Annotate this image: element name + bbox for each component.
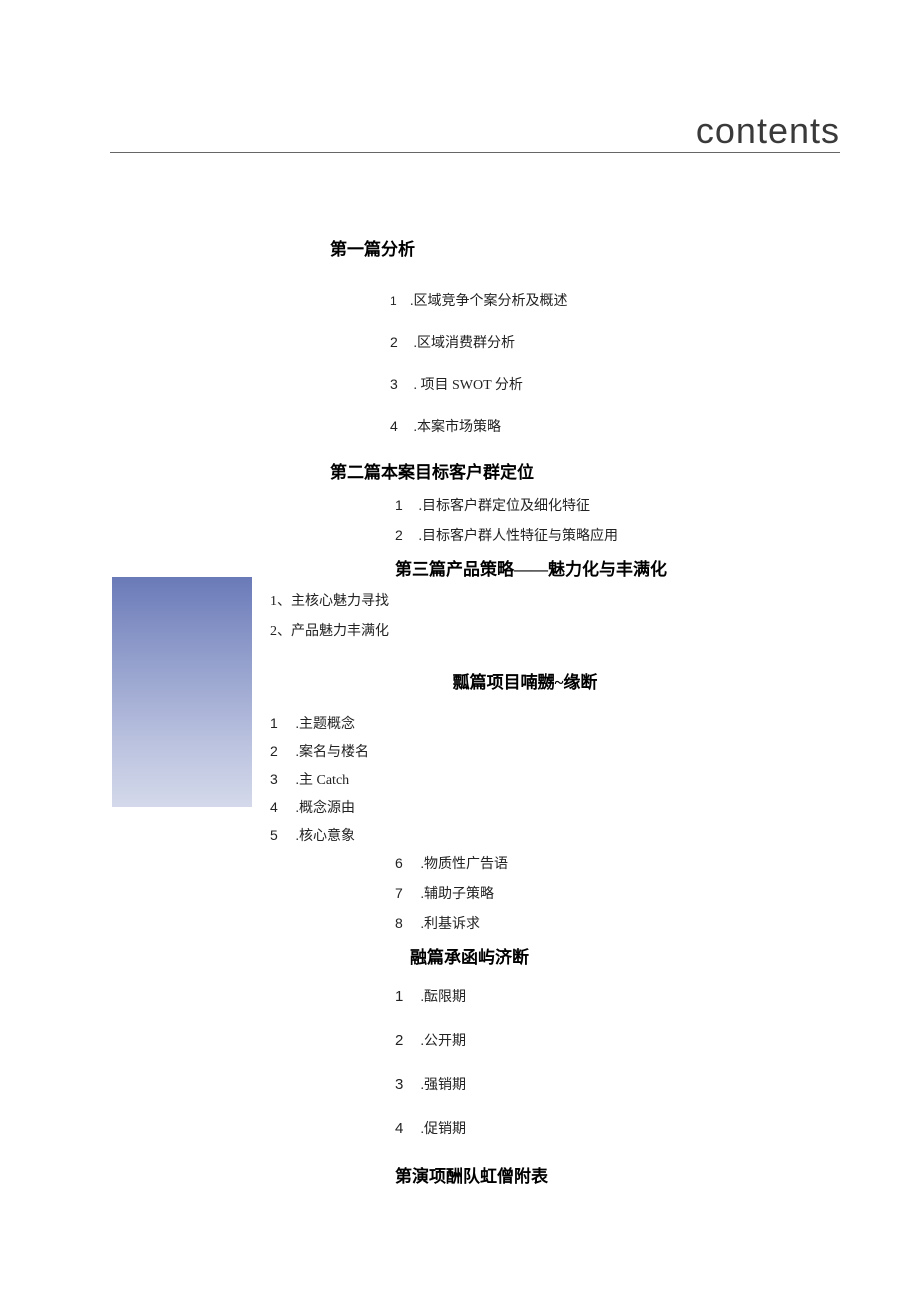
page-header: contents [696,110,840,152]
item-text: . 项目 SWOT 分析 [410,378,523,393]
list-item: 2 .目标客户群人性特征与策略应用 [395,525,920,545]
section-1-items: 1.区域竞争个案分析及概述 2 .区域消费群分析 3 . 项目 SWOT 分析 … [390,290,920,436]
item-text: .主 Catch [292,773,349,788]
list-item: 1 .目标客户群定位及细化特征 [395,495,920,515]
item-text: .本案市场策略 [410,420,501,435]
section-2-title: 第二篇本案目标客户群定位 [330,458,920,483]
section-5-items: 1 .酝限期 2 .公开期 3 .强销期 4 .促销期 [395,986,920,1138]
list-item: 4 .概念源由 [270,797,920,817]
item-number: 2 [390,334,410,350]
item-number: 1 [395,497,415,513]
list-item: 1 .主题概念 [270,713,920,733]
item-text: 2、产品魅力丰满化 [270,624,389,639]
contents-title: contents [696,110,840,152]
list-item: 8 .利基诉求 [395,913,920,933]
list-item: 3 .主 Catch [270,769,920,789]
item-number: 3 [270,771,292,787]
item-number: 2 [395,527,415,543]
section-4-items-a: 1 .主题概念 2 .案名与楼名 3 .主 Catch 4 .概念源由 5 .核… [270,713,920,845]
section-1-title: 第一篇分析 [330,235,920,260]
list-item: 2、产品魅力丰满化 [270,620,920,640]
list-item: 5 .核心意象 [270,825,920,845]
section-5-title: 融篇承函屿济断 [410,943,920,968]
item-text: .酝限期 [417,990,466,1005]
list-item: 7 .辅助子策略 [395,883,920,903]
item-text: 1、主核心魅力寻找 [270,594,389,609]
item-text: .案名与楼名 [292,745,369,760]
item-text: .公开期 [417,1034,466,1049]
list-item: 2 .案名与楼名 [270,741,920,761]
list-item: 1.区域竞争个案分析及概述 [390,290,920,310]
item-text: .目标客户群人性特征与策略应用 [415,529,618,544]
list-item: 2 .公开期 [395,1030,920,1050]
item-text: .促销期 [417,1122,466,1137]
item-number: 3 [390,376,410,392]
item-number: 3 [395,1076,417,1093]
item-text: .区域竞争个案分析及概述 [410,294,568,309]
toc-content: 第一篇分析 1.区域竞争个案分析及概述 2 .区域消费群分析 3 . 项目 SW… [0,235,920,1197]
item-number: 4 [395,1120,417,1137]
item-number: 2 [270,743,292,759]
item-text: .核心意象 [292,829,355,844]
list-item: 4 .本案市场策略 [390,416,920,436]
list-item: 2 .区域消费群分析 [390,332,920,352]
section-3-title: 第三篇产品策略——魅力化与丰满化 [395,555,920,580]
item-number: 8 [395,915,417,931]
item-text: .概念源由 [292,801,355,816]
item-number: 5 [270,827,292,843]
item-number: 1 [390,294,410,308]
item-number: 4 [390,418,410,434]
item-number: 1 [270,715,292,731]
item-number: 2 [395,1032,417,1049]
list-item: 3 . 项目 SWOT 分析 [390,374,920,394]
list-item: 6 .物质性广告语 [395,853,920,873]
item-number: 4 [270,799,292,815]
item-text: .强销期 [417,1078,466,1093]
item-number: 7 [395,885,417,901]
list-item: 4 .促销期 [395,1118,920,1138]
item-text: .区域消费群分析 [410,336,515,351]
section-2-items: 1 .目标客户群定位及细化特征 2 .目标客户群人性特征与策略应用 [395,495,920,545]
item-text: .利基诉求 [417,917,480,932]
item-text: .辅助子策略 [417,887,494,902]
item-text: .目标客户群定位及细化特征 [415,499,590,514]
section-4-title: 瓢篇项目喃嬲~缘断 [130,668,920,693]
list-item: 1、主核心魅力寻找 [270,590,920,610]
list-item: 3 .强销期 [395,1074,920,1094]
item-text: .物质性广告语 [417,857,508,872]
section-6-title: 第演项酬队虹僧附表 [395,1162,920,1187]
section-4-items-b: 6 .物质性广告语 7 .辅助子策略 8 .利基诉求 [395,853,920,933]
item-text: .主题概念 [292,717,355,732]
section-3-items: 1、主核心魅力寻找 2、产品魅力丰满化 [270,590,920,640]
list-item: 1 .酝限期 [395,986,920,1006]
item-number: 1 [395,988,417,1005]
header-divider [110,152,840,153]
item-number: 6 [395,855,417,871]
